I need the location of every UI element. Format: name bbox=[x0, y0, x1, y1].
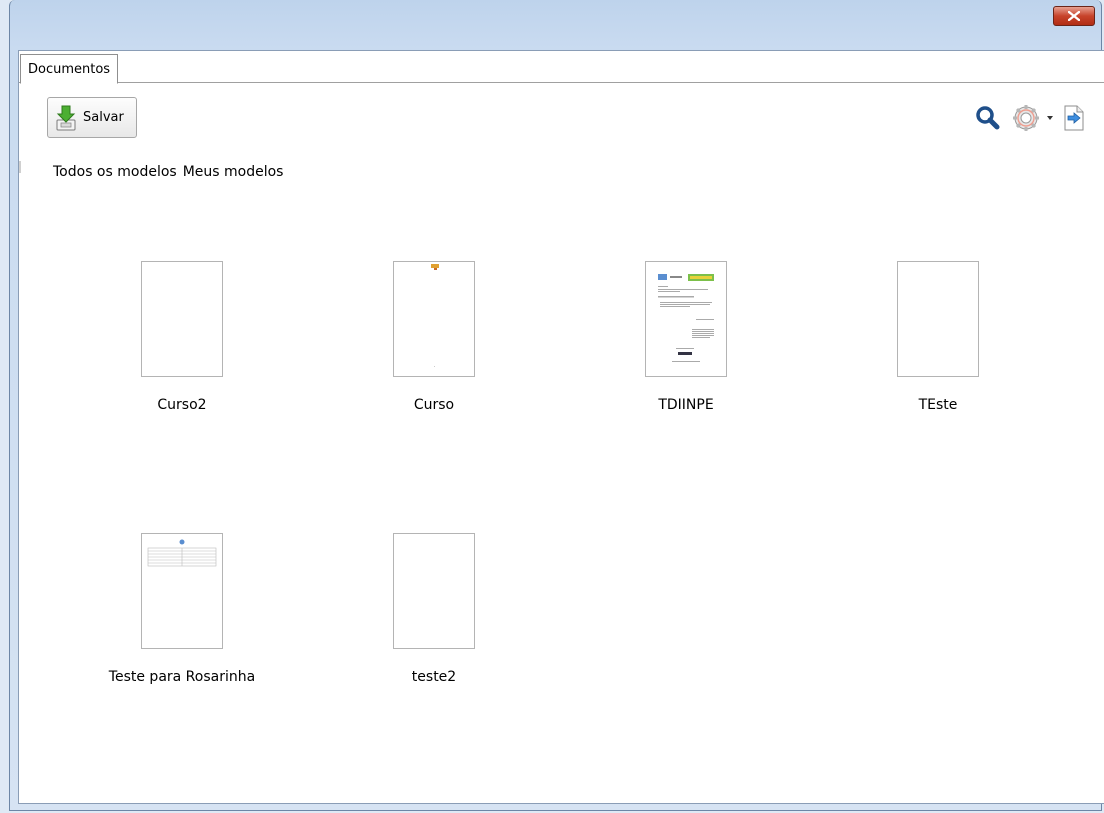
toolbar-right bbox=[975, 103, 1085, 133]
gear-icon[interactable] bbox=[1011, 103, 1041, 133]
close-button[interactable] bbox=[1053, 6, 1095, 26]
save-label: Salvar bbox=[83, 110, 124, 125]
document-item[interactable]: TEste bbox=[838, 261, 1038, 413]
close-icon bbox=[1068, 11, 1080, 21]
save-download-icon bbox=[56, 105, 76, 130]
tab-label: Documentos bbox=[28, 62, 111, 77]
document-thumbnail bbox=[645, 261, 727, 377]
document-thumbnail bbox=[393, 533, 475, 649]
document-item[interactable]: teste2 bbox=[334, 533, 534, 685]
tab-documentos[interactable]: Documentos bbox=[20, 54, 119, 84]
filter-my-models[interactable]: Meus modelos bbox=[183, 164, 284, 180]
filter-all-models[interactable]: Todos os modelos bbox=[53, 164, 177, 180]
document-item[interactable]: Teste para Rosarinha bbox=[82, 533, 282, 685]
document-name: TEste bbox=[918, 397, 958, 413]
document-name: Teste para Rosarinha bbox=[108, 669, 256, 685]
panel-grip bbox=[19, 161, 21, 173]
document-thumbnail bbox=[141, 261, 223, 377]
filter-links: Todos os modelos Meus modelos bbox=[53, 164, 283, 180]
exit-icon[interactable] bbox=[1063, 105, 1085, 131]
document-item[interactable]: TDIINPE bbox=[586, 261, 786, 413]
document-item[interactable]: Curso bbox=[334, 261, 534, 413]
document-name: Curso2 bbox=[157, 397, 207, 413]
document-thumbnail bbox=[141, 533, 223, 649]
tab-bar: Documentos bbox=[19, 51, 1104, 84]
save-button[interactable]: Salvar bbox=[47, 97, 137, 138]
document-thumbnail bbox=[897, 261, 979, 377]
document-name: teste2 bbox=[411, 669, 457, 685]
chevron-down-icon[interactable] bbox=[1043, 113, 1057, 123]
document-name: TDIINPE bbox=[658, 397, 714, 413]
document-panel: Documentos Salvar Todos os modelos Meus … bbox=[18, 50, 1104, 804]
document-thumbnail bbox=[393, 261, 475, 377]
app-window: Documentos Salvar Todos os modelos Meus … bbox=[9, 0, 1104, 811]
document-item[interactable]: Curso2 bbox=[82, 261, 282, 413]
search-icon[interactable] bbox=[975, 105, 1001, 131]
document-name: Curso bbox=[413, 397, 455, 413]
